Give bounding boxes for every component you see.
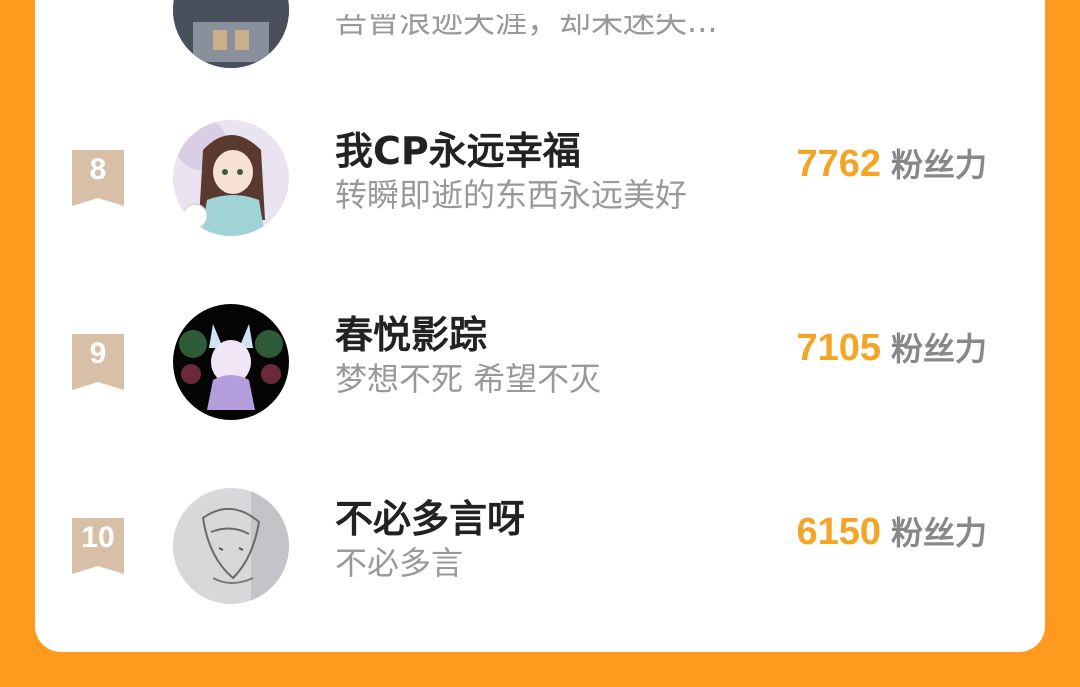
fan-power-unit: 粉丝力 [890,514,987,552]
fan-power: 7105 粉丝力 [796,324,987,370]
rank-badge: 10 [72,518,124,574]
rank-number: 8 [89,153,107,186]
fan-power: 7762 粉丝力 [796,140,987,186]
list-item[interactable]: 吾曾浪迹天涯，却未迷失... [35,0,1045,120]
fan-power-value: 7105 [796,327,881,369]
user-signature: 不必多言 [335,544,464,582]
avatar-image [173,488,289,604]
fan-power-value: 7762 [796,143,881,185]
avatar[interactable] [173,488,289,604]
rank-badge: 8 [72,150,124,206]
list-item[interactable]: 8 我CP永远幸福 转瞬即逝的东西永远美好 7762 粉丝力 [35,120,1045,260]
user-signature: 梦想不死 希望不灭 [335,360,602,398]
user-signature: 吾曾浪迹天涯，却未迷失... [335,14,718,40]
avatar[interactable] [173,0,289,68]
avatar[interactable] [173,120,289,236]
avatar[interactable] [173,304,289,420]
ranking-card: 吾曾浪迹天涯，却未迷失... 8 我CP永远幸福 转瞬即逝的东西永远美好 776… [35,0,1045,652]
user-name[interactable]: 不必多言呀 [335,488,525,543]
rank-badge: 9 [72,334,124,390]
fan-power-value: 6150 [796,511,881,553]
rank-number: 9 [89,337,107,370]
rank-number: 10 [81,521,115,554]
fan-power-unit: 粉丝力 [890,330,987,368]
avatar-image [173,304,289,420]
avatar-image [173,120,289,236]
user-signature: 转瞬即逝的东西永远美好 [335,176,688,214]
fan-power: 6150 粉丝力 [796,508,987,554]
list-item[interactable]: 10 不必多言呀 不必多言 6150 粉丝力 [35,488,1045,628]
user-name[interactable]: 春悦影踪 [335,304,487,359]
fan-power-unit: 粉丝力 [890,146,987,184]
user-name[interactable]: 我CP永远幸福 [335,120,581,175]
avatar-image [173,0,289,68]
list-item[interactable]: 9 春悦影踪 梦想不死 希望不灭 7105 粉丝力 [35,304,1045,444]
